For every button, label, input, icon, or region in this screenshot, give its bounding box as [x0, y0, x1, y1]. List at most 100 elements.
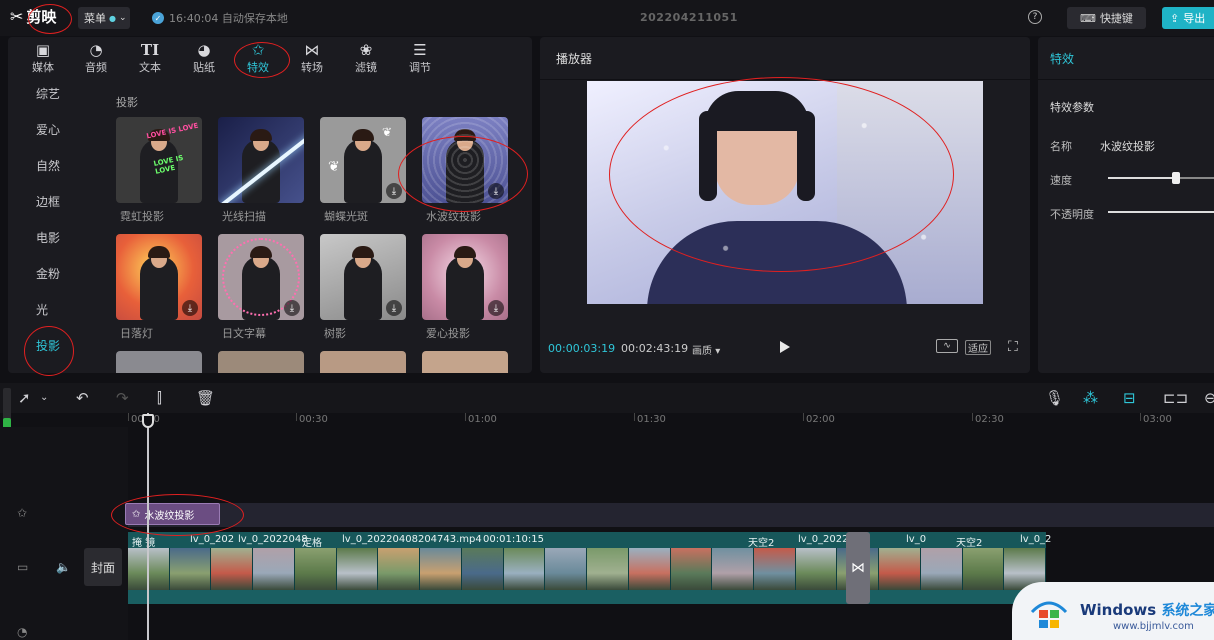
transition-icon: ⋈ [851, 560, 865, 576]
effect-clip[interactable]: ✩ 水波纹投影 [125, 503, 220, 525]
clip-frame [879, 548, 921, 590]
name-value: 水波纹投影 [1100, 140, 1155, 153]
menu-button[interactable]: 菜单 ● ⌄ [78, 7, 130, 29]
timeline-ruler[interactable]: 00:00 00:30 01:00 01:30 02:00 02:30 03:0… [0, 413, 1214, 427]
category-item[interactable]: 边框 [8, 187, 100, 217]
category-item[interactable]: 金粉 [8, 259, 100, 289]
tab-filter[interactable]: ❀ 滤镜 [341, 37, 391, 79]
effect-thumb-ripple[interactable]: ⤓ [422, 117, 508, 203]
effect-thumb-sunset[interactable]: ⤓ [116, 234, 202, 320]
cover-button[interactable]: 封面 [84, 548, 122, 586]
category-item[interactable]: 爱心 [8, 115, 100, 145]
shortcut-button[interactable]: ⌨ 快捷键 [1067, 7, 1146, 29]
transition-marker[interactable]: ⋈ [846, 532, 870, 604]
video-track-icon: ▭ [17, 560, 29, 574]
effect-thumb-neon[interactable]: LOVE IS LOVE LOVE IS LOVE [116, 117, 202, 203]
tab-transition[interactable]: ⋈ 转场 [287, 37, 337, 79]
clip-frame [670, 548, 713, 590]
magnet-icon[interactable]: ⁂ [1083, 389, 1098, 407]
section-title: 投影 [116, 96, 138, 109]
tab-media[interactable]: ▣ 媒体 [18, 37, 68, 79]
clip-frame [253, 548, 295, 590]
tick [803, 413, 804, 421]
speed-slider-knob[interactable] [1172, 172, 1181, 184]
preview-axis-icon[interactable]: ⊏⊐ [1163, 389, 1188, 407]
tab-adjust[interactable]: ☰ 调节 [395, 37, 445, 79]
effect-thumb-partial[interactable] [116, 351, 202, 373]
effect-params-panel: 特效 特效参数 名称 水波纹投影 速度 不透明度 [1038, 37, 1214, 373]
category-item[interactable]: 光 [8, 295, 100, 325]
speaker-icon[interactable]: 🔈 [56, 560, 71, 574]
clip-label: 定格 [302, 538, 322, 549]
download-icon[interactable]: ⤓ [488, 183, 504, 199]
materials-panel: ▣ 媒体 ◔ 音频 TI 文本 ◕ 贴纸 ✩ 特效 ⋈ 转场 ❀ 滤镜 ☰ 调节 综艺 爱心 自… [8, 37, 532, 373]
export-button[interactable]: ⇪ 导出 [1162, 7, 1214, 29]
ruler-label: 01:00 [468, 414, 497, 425]
download-icon[interactable]: ⤓ [488, 300, 504, 316]
category-item[interactable]: 电影 [8, 223, 100, 253]
effects-icon: ✩ [251, 41, 265, 59]
zoom-icon[interactable]: ⊖ [1204, 389, 1214, 407]
fit-button[interactable]: 适应 [965, 340, 991, 355]
app-window: ✂ 剪映 菜单 ● ⌄ ✓ 16:40:04 自动保存本地 2022042110… [0, 0, 1214, 640]
current-timecode: 00:00:03:19 [548, 342, 616, 355]
app-logo: ✂ 剪映 [10, 6, 56, 27]
effect-thumb-butterfly[interactable]: ❦ ❦ ⤓ [320, 117, 406, 203]
clip-frame [503, 548, 546, 590]
top-bar: ✂ 剪映 菜单 ● ⌄ ✓ 16:40:04 自动保存本地 2022042110… [0, 0, 1214, 36]
clip-label: lv_0_202 [190, 534, 235, 545]
fullscreen-icon[interactable]: ⛶ [1008, 339, 1018, 355]
play-icon[interactable] [779, 340, 791, 354]
download-icon[interactable]: ⤓ [386, 183, 402, 199]
playhead-line[interactable] [147, 413, 149, 640]
help-icon[interactable]: ? [1028, 10, 1042, 24]
download-icon[interactable]: ⤓ [386, 300, 402, 316]
waveform-icon[interactable]: ∿ [936, 339, 958, 353]
tab-label: 媒体 [32, 61, 54, 74]
effect-label: 蝴蝶光斑 [324, 210, 368, 223]
download-icon[interactable]: ⤓ [284, 300, 300, 316]
text-icon: TI [140, 41, 160, 59]
effect-thumb-partial[interactable] [320, 351, 406, 373]
model-image [446, 246, 484, 320]
speed-slider-fill [1108, 177, 1177, 179]
effect-thumb-heart[interactable]: ⤓ [422, 234, 508, 320]
effect-thumb-partial[interactable] [422, 351, 508, 373]
capcut-logo-icon: ✂ [10, 7, 24, 26]
tab-sticker[interactable]: ◕ 贴纸 [179, 37, 229, 79]
neon-overlay-text: LOVE IS LOVE [145, 121, 200, 141]
redo-icon[interactable]: ↷ [116, 389, 129, 407]
category-item[interactable]: 综艺 [8, 79, 100, 109]
tab-audio[interactable]: ◔ 音频 [71, 37, 121, 79]
delete-icon[interactable]: 🗑 [196, 389, 215, 407]
effect-thumb-partial[interactable] [218, 351, 304, 373]
download-icon[interactable]: ⤓ [182, 300, 198, 316]
category-item-active[interactable]: 投影 [8, 331, 100, 361]
undo-icon[interactable]: ↶ [76, 389, 89, 407]
effect-thumb-tree-shadow[interactable]: ⤓ [320, 234, 406, 320]
split-icon[interactable]: ⫿ [157, 389, 162, 407]
tab-text[interactable]: TI 文本 [125, 37, 175, 79]
link-icon[interactable]: ⊟ [1123, 389, 1136, 407]
export-label: 导出 [1183, 12, 1206, 25]
adjust-icon: ☰ [413, 41, 427, 59]
category-item[interactable]: 自然 [8, 151, 100, 181]
effect-clip-label: 水波纹投影 [144, 510, 195, 522]
tab-effects[interactable]: ✩ 特效 [233, 37, 283, 79]
effect-track-icon: ✩ [17, 506, 28, 520]
menu-label: 菜单 [84, 12, 106, 25]
microphone-icon[interactable]: 🎙 [1045, 389, 1064, 407]
quality-dropdown[interactable]: 画质 ▾ [692, 342, 720, 357]
select-cursor-icon[interactable]: ➚ [18, 389, 31, 407]
project-title: 202204211051 [640, 11, 738, 24]
effect-thumb-light-scan[interactable] [218, 117, 304, 203]
butterfly-icon: ❦ [382, 125, 393, 139]
playhead-handle[interactable] [142, 414, 154, 428]
clip-label: 天空2 [748, 538, 775, 549]
media-icon: ▣ [35, 41, 51, 59]
effect-label: 霓虹投影 [120, 210, 164, 223]
chevron-down-icon[interactable]: ⌄ [40, 392, 48, 403]
clip-label: lv_0_20220408204743.mp4 [342, 534, 482, 545]
effect-thumb-jp-subtitle[interactable]: ⤓ [218, 234, 304, 320]
video-preview[interactable] [587, 81, 983, 304]
